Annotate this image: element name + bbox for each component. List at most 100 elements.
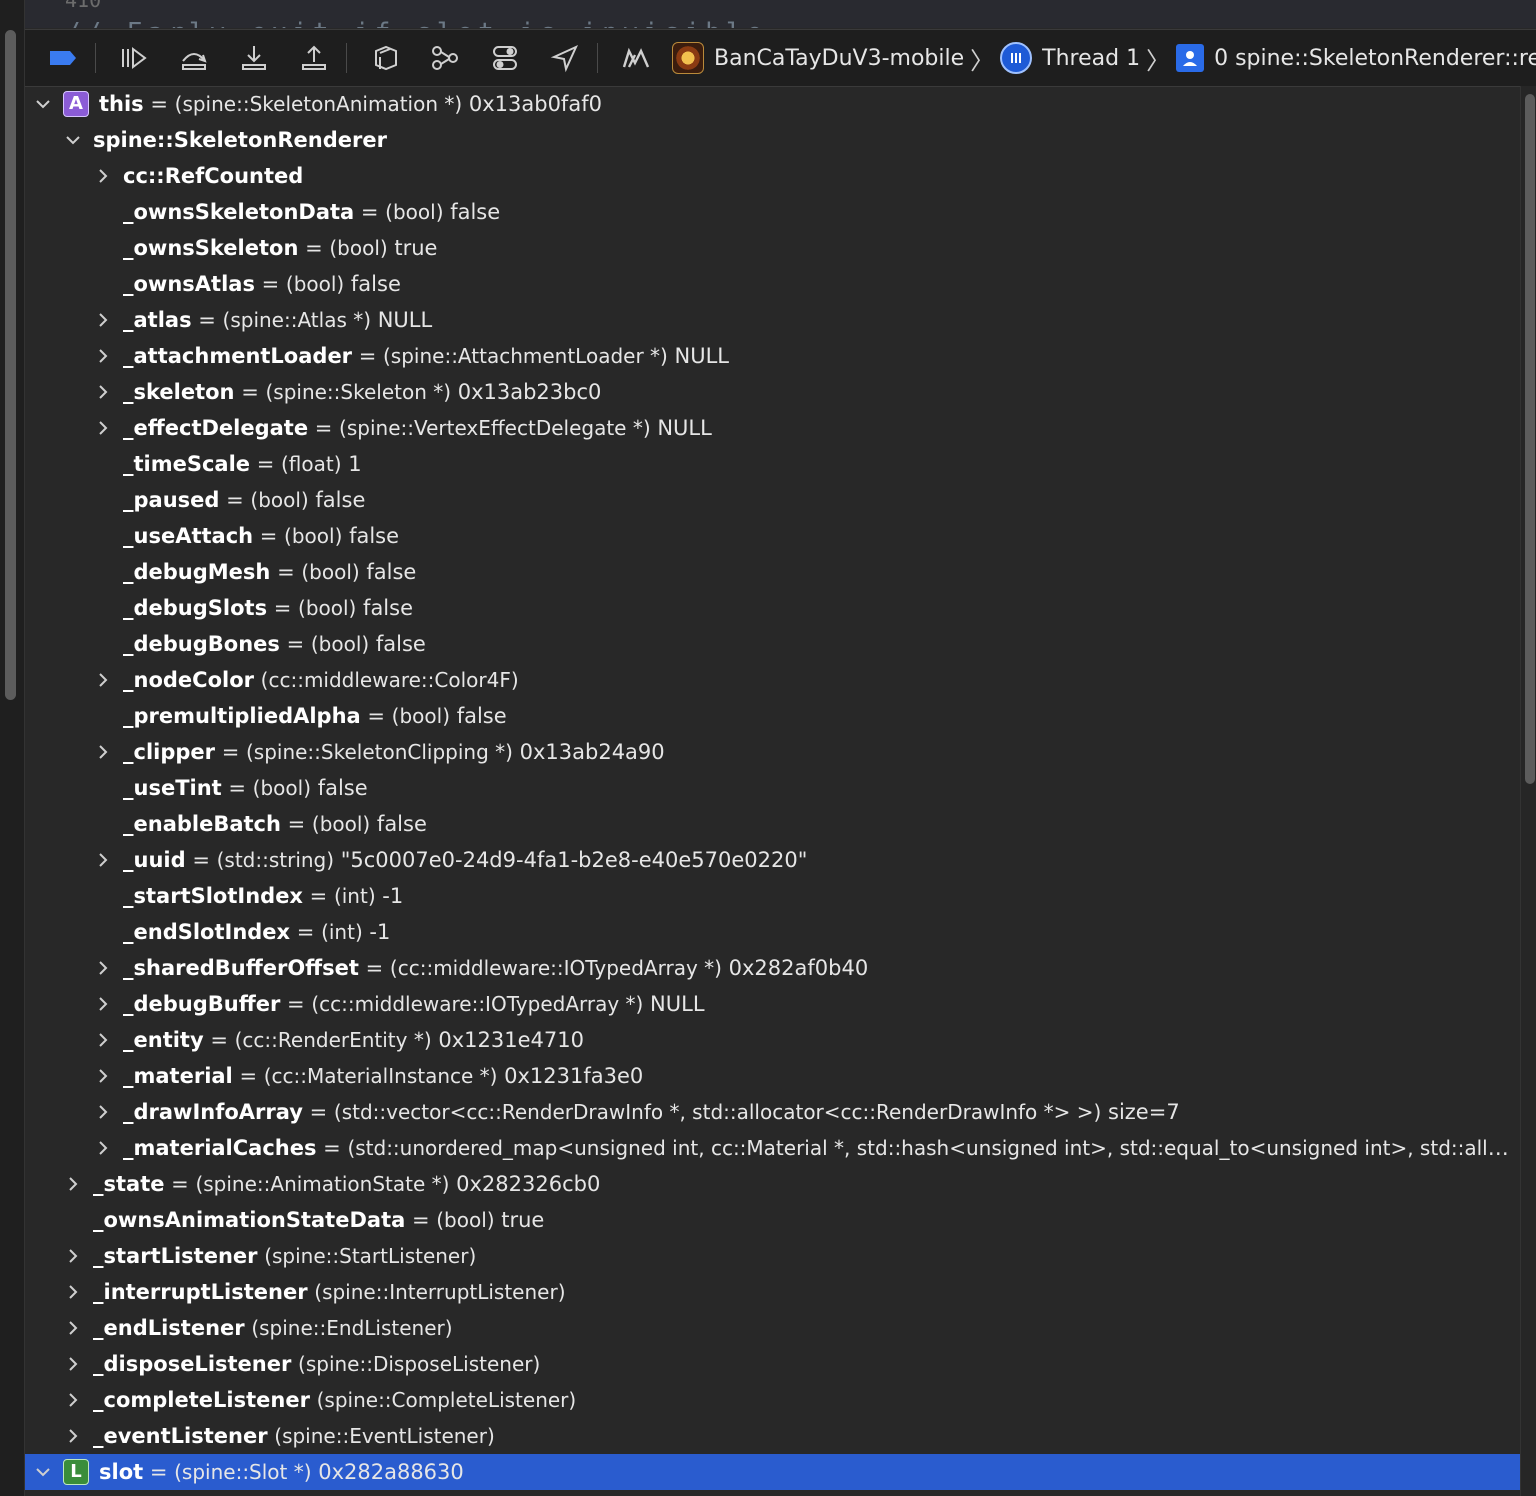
variable-row[interactable]: Lslot = (spine::Slot *) 0x282a88630	[25, 1454, 1520, 1490]
variable-row[interactable]: Athis = (spine::SkeletonAnimation *) 0x1…	[25, 86, 1520, 122]
variable-row[interactable]: _ownsSkeleton = (bool) true	[25, 230, 1520, 266]
chevron-right-icon[interactable]	[93, 842, 113, 878]
variable-row[interactable]: _atlas = (spine::Atlas *) NULL	[25, 302, 1520, 338]
breadcrumb-frame[interactable]: 0 spine::SkeletonRenderer::render(fl	[1176, 44, 1536, 72]
variable-row[interactable]: _useAttach = (bool) false	[25, 518, 1520, 554]
variable-row[interactable]: _ownsAtlas = (bool) false	[25, 266, 1520, 302]
variable-row[interactable]: _debugSlots = (bool) false	[25, 590, 1520, 626]
variable-row[interactable]: _timeScale = (float) 1	[25, 446, 1520, 482]
variable-row[interactable]: _nodeColor (cc::middleware::Color4F)	[25, 662, 1520, 698]
variable-row[interactable]: _startSlotIndex = (int) -1	[25, 878, 1520, 914]
simulate-location-button[interactable]	[543, 38, 587, 78]
variable-row[interactable]: _uuid = (std::string) "5c0007e0-24d9-4fa…	[25, 842, 1520, 878]
variable-text: _materialCaches = (std::unordered_map<un…	[123, 1130, 1510, 1166]
chevron-right-icon[interactable]	[63, 1418, 83, 1454]
chevron-down-icon[interactable]	[33, 86, 53, 122]
view-hierarchy-button[interactable]	[363, 38, 407, 78]
chevron-right-icon[interactable]	[93, 950, 113, 986]
variable-row[interactable]: _material = (cc::MaterialInstance *) 0x1…	[25, 1058, 1520, 1094]
step-over-button[interactable]	[172, 38, 216, 78]
variable-separator: =	[360, 704, 392, 728]
variable-separator	[310, 1388, 317, 1412]
variable-row[interactable]: _debugBuffer = (cc::middleware::IOTypedA…	[25, 986, 1520, 1022]
app-icon	[672, 42, 704, 74]
left-scrollbar-thumb[interactable]	[5, 30, 16, 700]
variable-row[interactable]: _debugMesh = (bool) false	[25, 554, 1520, 590]
variable-value: false	[369, 632, 426, 656]
chevron-right-icon[interactable]	[93, 374, 113, 410]
variable-row[interactable]: _premultipliedAlpha = (bool) false	[25, 698, 1520, 734]
metal-capture-button[interactable]	[614, 38, 658, 78]
variable-row[interactable]: spine::SkeletonRenderer	[25, 122, 1520, 158]
chevron-right-icon[interactable]	[63, 1274, 83, 1310]
chevron-right-icon[interactable]	[63, 1238, 83, 1274]
variable-type: (bool)	[329, 236, 388, 260]
variable-row[interactable]: _endSlotIndex = (int) -1	[25, 914, 1520, 950]
step-out-button[interactable]	[292, 38, 336, 78]
variable-separator: =	[279, 632, 311, 656]
variables-scrollbar-thumb[interactable]	[1525, 94, 1535, 784]
variables-scrollbar[interactable]	[1520, 86, 1536, 1496]
variable-row[interactable]: _state = (spine::AnimationState *) 0x282…	[25, 1166, 1520, 1202]
variable-row[interactable]: _skeleton = (spine::Skeleton *) 0x13ab23…	[25, 374, 1520, 410]
chevron-right-icon[interactable]	[93, 410, 113, 446]
chevron-right-icon[interactable]	[63, 1166, 83, 1202]
variable-row[interactable]: _entity = (cc::RenderEntity *) 0x1231e47…	[25, 1022, 1520, 1058]
chevron-right-icon[interactable]	[93, 1130, 113, 1166]
variable-separator: =	[234, 380, 266, 404]
chevron-right-icon[interactable]	[93, 1094, 113, 1130]
variable-row[interactable]: _effectDelegate = (spine::VertexEffectDe…	[25, 410, 1520, 446]
variable-text: _completeListener (spine::CompleteListen…	[93, 1382, 1510, 1418]
chevron-down-icon[interactable]	[63, 122, 83, 158]
variable-text: _sharedBufferOffset = (cc::middleware::I…	[123, 950, 1510, 986]
chevron-down-icon[interactable]	[33, 1454, 53, 1490]
chevron-right-icon[interactable]	[93, 734, 113, 770]
variable-value: -1	[362, 920, 391, 944]
variable-row[interactable]: _endListener (spine::EndListener)	[25, 1310, 1520, 1346]
breakpoints-toggle-button[interactable]	[41, 38, 85, 78]
chevron-right-icon[interactable]	[93, 302, 113, 338]
variable-row[interactable]: _useTint = (bool) false	[25, 770, 1520, 806]
variable-row[interactable]: _ownsSkeletonData = (bool) false	[25, 194, 1520, 230]
memory-graph-button[interactable]	[423, 38, 467, 78]
breadcrumb-target[interactable]: BanCaTayDuV3-mobile	[658, 42, 964, 74]
variable-type: (spine::SkeletonAnimation *)	[174, 92, 463, 116]
variable-name: _state	[93, 1172, 165, 1196]
variable-row[interactable]: _clipper = (spine::SkeletonClipping *) 0…	[25, 734, 1520, 770]
variable-row[interactable]: _eventListener (spine::EventListener)	[25, 1418, 1520, 1454]
variable-type: (bool)	[301, 560, 360, 584]
variable-row[interactable]: _startListener (spine::StartListener)	[25, 1238, 1520, 1274]
continue-button[interactable]	[112, 38, 156, 78]
chevron-right-icon[interactable]	[63, 1346, 83, 1382]
variable-type: (spine::CompleteListener)	[316, 1388, 577, 1412]
chevron-right-icon[interactable]	[93, 1022, 113, 1058]
chevron-right-icon[interactable]	[63, 1310, 83, 1346]
variable-row[interactable]: _completeListener (spine::CompleteListen…	[25, 1382, 1520, 1418]
variable-row[interactable]: _interruptListener (spine::InterruptList…	[25, 1274, 1520, 1310]
variable-row[interactable]: _debugBones = (bool) false	[25, 626, 1520, 662]
variable-name: _paused	[123, 488, 220, 512]
variable-value: 0x282a88630	[311, 1460, 464, 1484]
environment-overrides-button[interactable]	[483, 38, 527, 78]
chevron-right-icon[interactable]	[93, 158, 113, 194]
variable-separator: =	[219, 488, 251, 512]
chevron-right-icon[interactable]	[93, 338, 113, 374]
variable-row[interactable]: _paused = (bool) false	[25, 482, 1520, 518]
variable-row[interactable]: _drawInfoArray = (std::vector<cc::Render…	[25, 1094, 1520, 1130]
variable-row[interactable]: _sharedBufferOffset = (cc::middleware::I…	[25, 950, 1520, 986]
variable-row[interactable]: _ownsAnimationStateData = (bool) true	[25, 1202, 1520, 1238]
step-into-button[interactable]	[232, 38, 276, 78]
chevron-right-icon[interactable]	[93, 1058, 113, 1094]
chevron-right-icon[interactable]	[93, 662, 113, 698]
variable-row[interactable]: _disposeListener (spine::DisposeListener…	[25, 1346, 1520, 1382]
variable-row[interactable]: cc::RefCounted	[25, 158, 1520, 194]
variable-row[interactable]: _enableBatch = (bool) false	[25, 806, 1520, 842]
variable-value: true	[494, 1208, 545, 1232]
variable-row[interactable]: _attachmentLoader = (spine::AttachmentLo…	[25, 338, 1520, 374]
chevron-right-icon[interactable]	[63, 1382, 83, 1418]
breadcrumb-thread[interactable]: Thread 1	[1000, 42, 1140, 74]
chevron-right-icon[interactable]	[93, 986, 113, 1022]
variable-text: _ownsSkeletonData = (bool) false	[123, 194, 1510, 230]
local-badge-icon: L	[63, 1459, 89, 1485]
variable-row[interactable]: _materialCaches = (std::unordered_map<un…	[25, 1130, 1520, 1166]
